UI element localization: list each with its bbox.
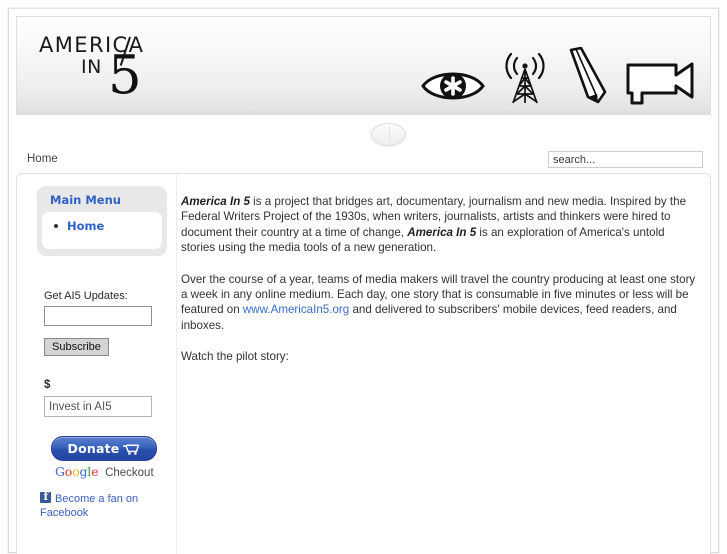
- sidebar-item-label: Home: [67, 219, 105, 233]
- article-text: Watch the pilot story:: [181, 350, 289, 364]
- sidebar: Main Menu Home Get AI5 Updates: Subscrib…: [18, 174, 177, 554]
- article-body: America In 5 is a project that bridges a…: [181, 194, 701, 381]
- eye-asterisk-icon: [421, 72, 485, 100]
- newsletter-email-input[interactable]: [44, 306, 152, 326]
- shopping-cart-icon: [123, 444, 140, 455]
- header-icon-strip: [420, 37, 696, 107]
- subscribe-button[interactable]: Subscribe: [44, 338, 109, 356]
- newsletter-module: Get AI5 Updates: Subscribe: [44, 290, 164, 356]
- article-link[interactable]: www.AmericaIn5.org: [243, 303, 349, 316]
- site-header: AMERICA IN 5: [16, 16, 711, 115]
- google-checkout-label: Google Checkout: [55, 464, 169, 479]
- pencil-icon: [569, 47, 607, 104]
- article-emphasis: America In 5: [407, 225, 477, 239]
- logo-text-five: 5: [108, 45, 142, 106]
- article-paragraph: Watch the pilot story:: [181, 349, 701, 364]
- donate-module: $ Donate Google Checkout: [44, 379, 169, 479]
- article-paragraph: America In 5 is a project that bridges a…: [181, 194, 701, 256]
- article-paragraph: Over the course of a year, teams of medi…: [181, 272, 701, 334]
- site-logo[interactable]: AMERICA IN 5: [33, 31, 233, 111]
- video-camera-icon: [626, 62, 694, 105]
- checkout-word: Checkout: [105, 467, 154, 479]
- article-emphasis: America In 5: [181, 195, 250, 208]
- header-collapse-handle[interactable]: [371, 123, 406, 146]
- main-menu-title: Main Menu: [50, 193, 121, 207]
- nav-row: Home: [16, 121, 711, 171]
- facebook-icon: [40, 490, 51, 503]
- broadcast-tower-icon: [505, 52, 545, 104]
- search-input[interactable]: [548, 151, 703, 168]
- logo-text-in: IN: [81, 56, 102, 78]
- currency-label: $: [44, 379, 51, 391]
- facebook-fan-link[interactable]: Become a fan on Facebook: [40, 490, 168, 520]
- page-frame: AMERICA IN 5 Home search... Main Menu Ho…: [8, 8, 719, 554]
- donate-button[interactable]: Donate: [51, 436, 157, 461]
- facebook-link-label: Become a fan on Facebook: [40, 493, 139, 519]
- content-frame: Main Menu Home Get AI5 Updates: Subscrib…: [16, 173, 711, 554]
- breadcrumb[interactable]: Home: [27, 153, 58, 165]
- main-menu-list: Home: [42, 212, 162, 249]
- main-menu-module: Main Menu Home: [37, 186, 167, 256]
- google-letter-e: e: [91, 464, 99, 479]
- newsletter-label: Get AI5 Updates:: [44, 290, 128, 302]
- sidebar-item-home[interactable]: Home: [48, 219, 156, 233]
- donate-amount-input[interactable]: [44, 396, 152, 417]
- google-letter-g1: G: [55, 464, 65, 479]
- donate-button-label: Donate: [67, 441, 120, 456]
